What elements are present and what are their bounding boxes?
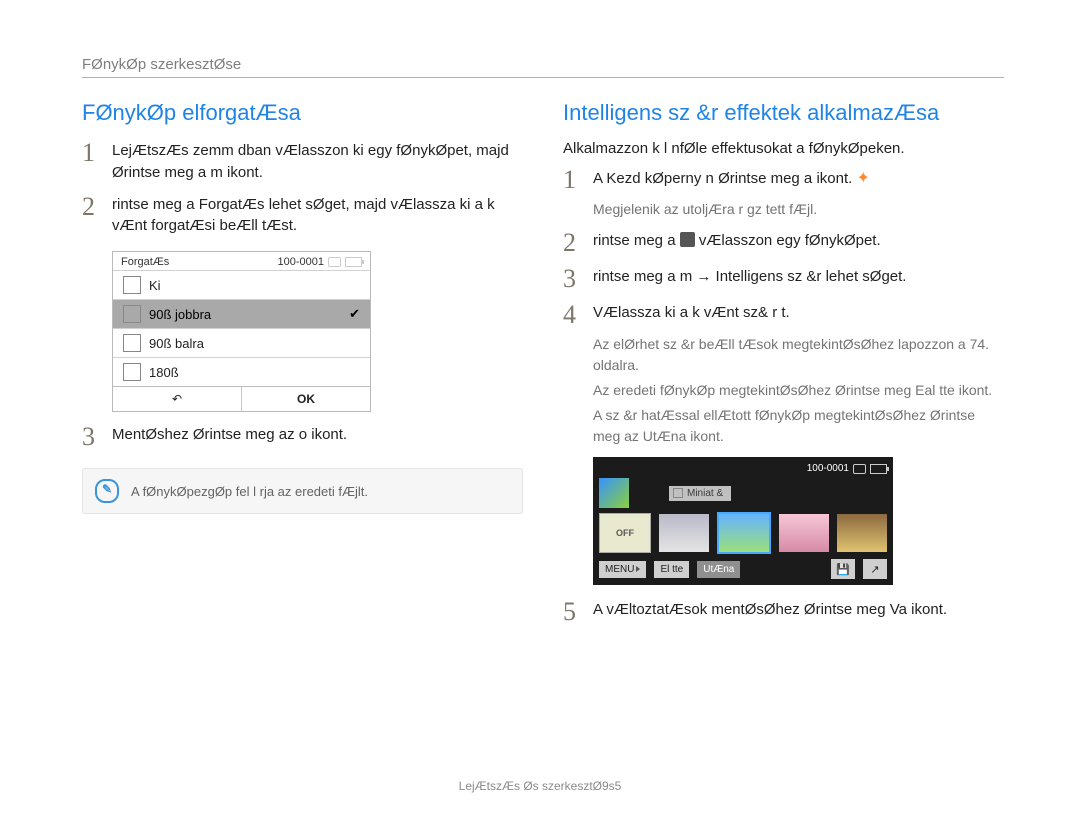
step-number: 1 bbox=[82, 140, 100, 184]
after-button[interactable]: UtÆna bbox=[697, 561, 740, 578]
rotate-right-icon bbox=[123, 305, 141, 323]
step-2r: 2 rintse meg a vÆlasszon egy fØnykØpet. bbox=[563, 230, 1004, 256]
page-footer: LejÆtszÆs Øs szerkesztØ9s5 bbox=[0, 779, 1080, 793]
step-text: VÆlassza ki a k vÆnt sz& r t. bbox=[593, 302, 1004, 328]
step-3r: 3 rintse meg a m → Intelligens sz &r leh… bbox=[563, 266, 1004, 292]
step-text: rintse meg a ForgatÆs lehet sØget, majd … bbox=[112, 194, 523, 238]
step-number: 1 bbox=[563, 167, 581, 193]
ok-button[interactable]: OK bbox=[242, 387, 370, 411]
chevron-right-icon bbox=[636, 566, 640, 572]
thumbs-row: OFF bbox=[599, 512, 887, 554]
step-number: 2 bbox=[82, 194, 100, 238]
step-text: A Kezd kØperny n Ørintse meg a ikont. ✦ bbox=[593, 167, 1004, 193]
rotate-option-180[interactable]: 180ß bbox=[113, 357, 370, 386]
filter-tag-icon bbox=[673, 488, 683, 498]
rotate-option-off[interactable]: Ki bbox=[113, 270, 370, 299]
rotate-screen: ForgatÆs 100-0001 Ki 90ß jobbra ✔ bbox=[112, 251, 371, 412]
step-4r-sub1: Az elØrhet sz &r beÆll tÆsok megtekintØs… bbox=[593, 334, 1004, 376]
step-text: LejÆtszÆs zemm dban vÆlasszon ki egy fØn… bbox=[112, 140, 523, 184]
step-1r-sub: Megjelenik az utoljÆra r gz tett fÆjl. bbox=[593, 199, 1004, 220]
step-2: 2 rintse meg a ForgatÆs lehet sØget, maj… bbox=[82, 194, 523, 238]
step-text: MentØshez Ørintse meg az o ikont. bbox=[112, 424, 523, 450]
step-1r: 1 A Kezd kØperny n Ørintse meg a ikont. … bbox=[563, 167, 1004, 193]
checkmark-icon: ✔ bbox=[349, 306, 360, 322]
thumb-5[interactable] bbox=[837, 514, 887, 552]
battery-icon bbox=[345, 257, 362, 267]
step-text: A vÆltoztatÆsok mentØsØhez Ørintse meg V… bbox=[593, 599, 1004, 625]
step-4r-sub2: Az eredeti fØnykØp megtekintØsØhez Ørint… bbox=[593, 380, 1004, 401]
step-1: 1 LejÆtszÆs zemm dban vÆlasszon ki egy f… bbox=[82, 140, 523, 184]
option-label: Ki bbox=[149, 278, 161, 293]
note-text: A fØnykØpezgØp fel l rja az eredeti fÆjl… bbox=[131, 484, 368, 499]
battery-icon bbox=[870, 464, 887, 474]
step-number: 3 bbox=[563, 266, 581, 292]
info-note: ✎ A fØnykØpezgØp fel l rja az eredeti fÆ… bbox=[82, 468, 523, 514]
rotate-180-icon bbox=[123, 363, 141, 381]
thumb-2[interactable] bbox=[659, 514, 709, 552]
filter-counter: 100-0001 bbox=[807, 463, 849, 474]
magic-icon: ✦ bbox=[856, 170, 869, 187]
option-label: 90ß balra bbox=[149, 336, 204, 351]
step-number: 5 bbox=[563, 599, 581, 625]
step-text: rintse meg a m → Intelligens sz &r lehet… bbox=[593, 266, 1004, 292]
rotate-option-90r[interactable]: 90ß jobbra ✔ bbox=[113, 299, 370, 328]
step-number: 2 bbox=[563, 230, 581, 256]
right-heading: Intelligens sz &r effektek alkalmazÆsa bbox=[563, 100, 1004, 126]
gallery-select-icon bbox=[680, 232, 695, 247]
chapter-title: FØnykØp szerkesztØse bbox=[82, 56, 1004, 78]
filter-tag: Miniat & bbox=[669, 486, 731, 501]
left-column: FØnykØp elforgatÆsa 1 LejÆtszÆs zemm dba… bbox=[82, 96, 523, 631]
off-icon bbox=[123, 276, 141, 294]
step-4r-sub3: A sz &r hatÆssal ellÆtott fØnykØp megtek… bbox=[593, 405, 1004, 447]
save-icon-button[interactable]: 💾 bbox=[831, 559, 855, 579]
back-button[interactable]: ↶ bbox=[113, 387, 242, 411]
before-button[interactable]: El tte bbox=[654, 561, 689, 578]
thumb-off[interactable]: OFF bbox=[599, 513, 651, 553]
memory-icon bbox=[853, 464, 866, 474]
option-label: 180ß bbox=[149, 365, 179, 380]
step-3: 3 MentØshez Ørintse meg az o ikont. bbox=[82, 424, 523, 450]
step-4r: 4 VÆlassza ki a k vÆnt sz& r t. bbox=[563, 302, 1004, 328]
right-column: Intelligens sz &r effektek alkalmazÆsa A… bbox=[563, 96, 1004, 631]
rotate-screen-title: ForgatÆs bbox=[121, 256, 169, 268]
thumb-selected[interactable] bbox=[717, 512, 771, 554]
menu-button[interactable]: MENU bbox=[599, 561, 646, 578]
rotate-left-icon bbox=[123, 334, 141, 352]
left-heading: FØnykØp elforgatÆsa bbox=[82, 100, 523, 126]
rotate-option-90l[interactable]: 90ß balra bbox=[113, 328, 370, 357]
option-label: 90ß jobbra bbox=[149, 307, 211, 322]
step-text: rintse meg a vÆlasszon egy fØnykØpet. bbox=[593, 230, 1004, 256]
step-number: 4 bbox=[563, 302, 581, 328]
info-icon: ✎ bbox=[95, 479, 119, 503]
step-number: 3 bbox=[82, 424, 100, 450]
share-icon-button[interactable]: ↗ bbox=[863, 559, 887, 579]
thumb-4[interactable] bbox=[779, 514, 829, 552]
filter-screen: 100-0001 Miniat & OFF bbox=[593, 457, 893, 585]
rotate-screen-counter: 100-0001 bbox=[278, 256, 325, 268]
effects-icon bbox=[599, 478, 629, 508]
intro-text: Alkalmazzon k l nfØle effektusokat a fØn… bbox=[563, 140, 1004, 157]
memory-icon bbox=[328, 257, 341, 267]
step-5r: 5 A vÆltoztatÆsok mentØsØhez Ørintse meg… bbox=[563, 599, 1004, 625]
